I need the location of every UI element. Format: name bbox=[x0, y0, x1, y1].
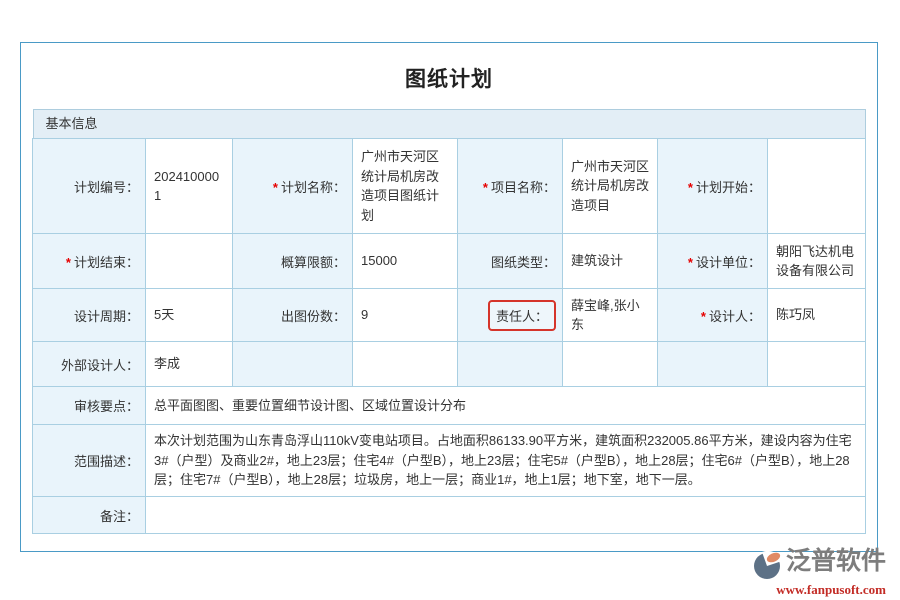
empty-label-cell bbox=[458, 342, 563, 387]
remark-value[interactable] bbox=[146, 497, 866, 534]
drawing-plan-page: 图纸计划 基本信息 计划编号： 2024100001 *计划名称： 广州市天河区… bbox=[0, 0, 900, 600]
fanpu-logo-icon bbox=[752, 550, 784, 585]
responsible-value: 薛宝峰,张小东 bbox=[563, 289, 658, 342]
plan-no-value: 2024100001 bbox=[146, 139, 233, 234]
empty-value-cell bbox=[353, 342, 458, 387]
plan-start-label-cell: *计划开始： bbox=[658, 139, 768, 234]
table-row: 范围描述： 本次计划范围为山东青岛浮山110kV变电站项目。占地面积86133.… bbox=[33, 425, 866, 497]
design-cycle-label: 设计周期： bbox=[74, 309, 139, 324]
drawing-type-label-cell: 图纸类型： bbox=[458, 234, 563, 289]
plan-no-label: 计划编号： bbox=[74, 180, 139, 195]
plan-end-label: 计划结束： bbox=[74, 255, 139, 270]
drawing-copies-label: 出图份数： bbox=[281, 309, 346, 324]
review-points-label-cell: 审核要点： bbox=[33, 387, 146, 425]
empty-value-cell bbox=[563, 342, 658, 387]
design-unit-value: 朝阳飞达机电设备有限公司 bbox=[768, 234, 866, 289]
table-row: 设计周期： 5天 出图份数： 9 责任人： 薛宝峰,张小东 *设计人： 陈巧凤 bbox=[33, 289, 866, 342]
plan-no-label-cell: 计划编号： bbox=[33, 139, 146, 234]
project-name-label: 项目名称： bbox=[491, 180, 556, 195]
external-designer-value: 李成 bbox=[146, 342, 233, 387]
design-unit-label: 设计单位： bbox=[696, 255, 761, 270]
drawing-copies-value: 9 bbox=[353, 289, 458, 342]
project-name-value: 广州市天河区统计局机房改造项目 bbox=[563, 139, 658, 234]
drawing-type-value: 建筑设计 bbox=[563, 234, 658, 289]
table-row: 审核要点： 总平面图图、重要位置细节设计图、区域位置设计分布 bbox=[33, 387, 866, 425]
table-row: *计划结束： 概算限额： 15000 图纸类型： 建筑设计 *设计单位： 朝阳飞… bbox=[33, 234, 866, 289]
required-marker: * bbox=[273, 180, 278, 195]
external-designer-label-cell: 外部设计人： bbox=[33, 342, 146, 387]
review-points-label: 审核要点： bbox=[74, 399, 139, 414]
page-title: 图纸计划 bbox=[21, 43, 877, 93]
budget-limit-value: 15000 bbox=[353, 234, 458, 289]
required-marker: * bbox=[701, 309, 706, 324]
scope-desc-label: 范围描述： bbox=[74, 454, 139, 469]
empty-label-cell bbox=[658, 342, 768, 387]
responsible-label: 责任人： bbox=[496, 309, 548, 324]
budget-limit-label-cell: 概算限额： bbox=[233, 234, 353, 289]
plan-start-label: 计划开始： bbox=[696, 180, 761, 195]
scope-desc-label-cell: 范围描述： bbox=[33, 425, 146, 497]
fanpu-logo: 泛普软件 www.fanpusoft.com bbox=[711, 548, 886, 596]
required-marker: * bbox=[688, 180, 693, 195]
logo-url[interactable]: www.fanpusoft.com bbox=[711, 582, 886, 598]
logo-text: 泛普软件 bbox=[786, 548, 886, 576]
budget-limit-label: 概算限额： bbox=[281, 255, 346, 270]
plan-name-label: 计划名称： bbox=[281, 180, 346, 195]
designer-value: 陈巧凤 bbox=[768, 289, 866, 342]
section-header-basic-info: 基本信息 bbox=[33, 109, 866, 139]
scope-desc-value: 本次计划范围为山东青岛浮山110kV变电站项目。占地面积86133.90平方米，… bbox=[146, 425, 866, 497]
empty-label-cell bbox=[233, 342, 353, 387]
responsible-label-highlight-box[interactable]: 责任人： bbox=[488, 300, 556, 331]
remark-label-cell: 备注： bbox=[33, 497, 146, 534]
empty-value-cell bbox=[768, 342, 866, 387]
table-row: 备注： bbox=[33, 497, 866, 534]
plan-end-value[interactable] bbox=[146, 234, 233, 289]
design-unit-label-cell: *设计单位： bbox=[658, 234, 768, 289]
review-points-value: 总平面图图、重要位置细节设计图、区域位置设计分布 bbox=[146, 387, 866, 425]
remark-label: 备注： bbox=[100, 509, 139, 524]
table-row: 计划编号： 2024100001 *计划名称： 广州市天河区统计局机房改造项目图… bbox=[33, 139, 866, 234]
content-frame: 图纸计划 基本信息 计划编号： 2024100001 *计划名称： 广州市天河区… bbox=[20, 42, 878, 552]
required-marker: * bbox=[66, 255, 71, 270]
project-name-label-cell: *项目名称： bbox=[458, 139, 563, 234]
design-cycle-value: 5天 bbox=[146, 289, 233, 342]
drawing-type-label: 图纸类型： bbox=[491, 255, 556, 270]
table-row: 外部设计人： 李成 bbox=[33, 342, 866, 387]
plan-name-label-cell: *计划名称： bbox=[233, 139, 353, 234]
plan-start-value[interactable] bbox=[768, 139, 866, 234]
designer-label-cell: *设计人： bbox=[658, 289, 768, 342]
plan-name-value: 广州市天河区统计局机房改造项目图纸计划 bbox=[353, 139, 458, 234]
basic-info-table: 计划编号： 2024100001 *计划名称： 广州市天河区统计局机房改造项目图… bbox=[32, 138, 866, 534]
drawing-copies-label-cell: 出图份数： bbox=[233, 289, 353, 342]
required-marker: * bbox=[688, 255, 693, 270]
responsible-label-cell: 责任人： bbox=[458, 289, 563, 342]
designer-label: 设计人： bbox=[709, 309, 761, 324]
required-marker: * bbox=[483, 180, 488, 195]
design-cycle-label-cell: 设计周期： bbox=[33, 289, 146, 342]
external-designer-label: 外部设计人： bbox=[61, 358, 139, 373]
plan-end-label-cell: *计划结束： bbox=[33, 234, 146, 289]
